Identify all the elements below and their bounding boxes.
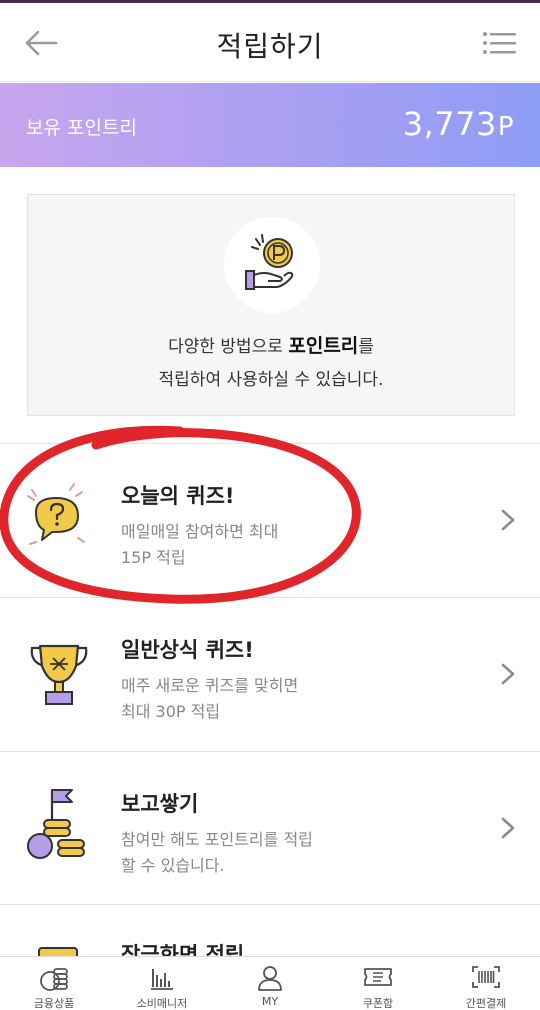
- tab-label: 간편결제: [465, 997, 507, 1010]
- tab-easy-pay[interactable]: 간편결제: [432, 957, 540, 1010]
- points-balance-bar: 보유 포인트리 3,773P: [0, 83, 540, 167]
- points-unit: P: [497, 112, 514, 142]
- coins-icon: [40, 968, 68, 991]
- card-icon: [38, 947, 78, 956]
- trophy-icon: [30, 644, 88, 705]
- hand-coin-icon: [245, 234, 294, 290]
- barcode-icon: [472, 966, 500, 988]
- speech-question-icon: [27, 483, 85, 545]
- item-desc-line-1: 매일매일 참여하면 최대: [121, 522, 279, 541]
- info-icon-circle: [224, 217, 320, 313]
- list-item-watch-earn[interactable]: 보고쌓기 참여만 해도 포인트리를 적립 할 수 있습니다.: [0, 751, 540, 905]
- item-title: 일반상식 퀴즈!: [121, 638, 254, 662]
- info-line-1-suffix: 를: [358, 337, 374, 357]
- tab-coupon-box[interactable]: 쿠폰함: [324, 957, 432, 1010]
- points-number: 3,773: [402, 105, 497, 143]
- coins-flag-icon: [27, 789, 85, 859]
- info-line-1: 다양한 방법으로 포인트리를: [28, 331, 514, 358]
- item-title: 보고쌓기: [121, 792, 199, 816]
- bottom-tab-bar: 금융상품 소비매니저 MY 쿠폰함 간편결제: [0, 956, 540, 1010]
- item-title: 오늘의 퀴즈!: [121, 484, 235, 508]
- tab-label: 쿠폰함: [362, 997, 394, 1010]
- info-line-1-prefix: 다양한 방법으로: [168, 337, 289, 357]
- list-item-lockscreen[interactable]: 잠금화면 적립: [0, 904, 540, 956]
- info-box: 다양한 방법으로 포인트리를 적립하여 사용하실 수 있습니다.: [27, 194, 515, 416]
- item-desc-line-2: 15P 적립: [121, 548, 186, 567]
- chevron-right-icon: [501, 663, 515, 685]
- item-desc-line-1: 매주 새로운 퀴즈를 맞히면: [121, 676, 299, 695]
- page-title: 적립하기: [216, 30, 324, 63]
- info-line-1-bold: 포인트리: [288, 335, 359, 357]
- tab-spending-manager[interactable]: 소비매니저: [108, 957, 216, 1010]
- points-label: 보유 포인트리: [26, 117, 137, 139]
- header: 적립하기: [0, 3, 540, 82]
- person-icon: [258, 966, 282, 991]
- list-menu-icon[interactable]: [482, 29, 516, 57]
- list-item-daily-quiz[interactable]: 오늘의 퀴즈! 매일매일 참여하면 최대 15P 적립: [0, 443, 540, 597]
- info-line-2: 적립하여 사용하실 수 있습니다.: [158, 370, 384, 390]
- item-desc-line-1: 참여만 해도 포인트리를 적립: [121, 830, 313, 849]
- tab-financial-products[interactable]: 금융상품: [0, 957, 108, 1010]
- points-value: 3,773P: [403, 105, 514, 143]
- tab-label: MY: [261, 995, 279, 1008]
- tab-my[interactable]: MY: [216, 957, 324, 1010]
- chevron-right-icon: [501, 817, 515, 839]
- item-desc-line-2: 최대 30P 적립: [121, 702, 221, 721]
- chevron-right-icon: [501, 509, 515, 531]
- tab-label: 소비매니저: [136, 997, 188, 1010]
- item-title: 잠금화면 적립: [121, 943, 245, 956]
- ticket-icon: [364, 968, 392, 986]
- list-item-general-quiz[interactable]: 일반상식 퀴즈! 매주 새로운 퀴즈를 맞히면 최대 30P 적립: [0, 597, 540, 751]
- item-desc-line-2: 할 수 있습니다.: [121, 856, 225, 875]
- bar-chart-icon: [151, 969, 173, 990]
- tab-label: 금융상품: [33, 997, 75, 1010]
